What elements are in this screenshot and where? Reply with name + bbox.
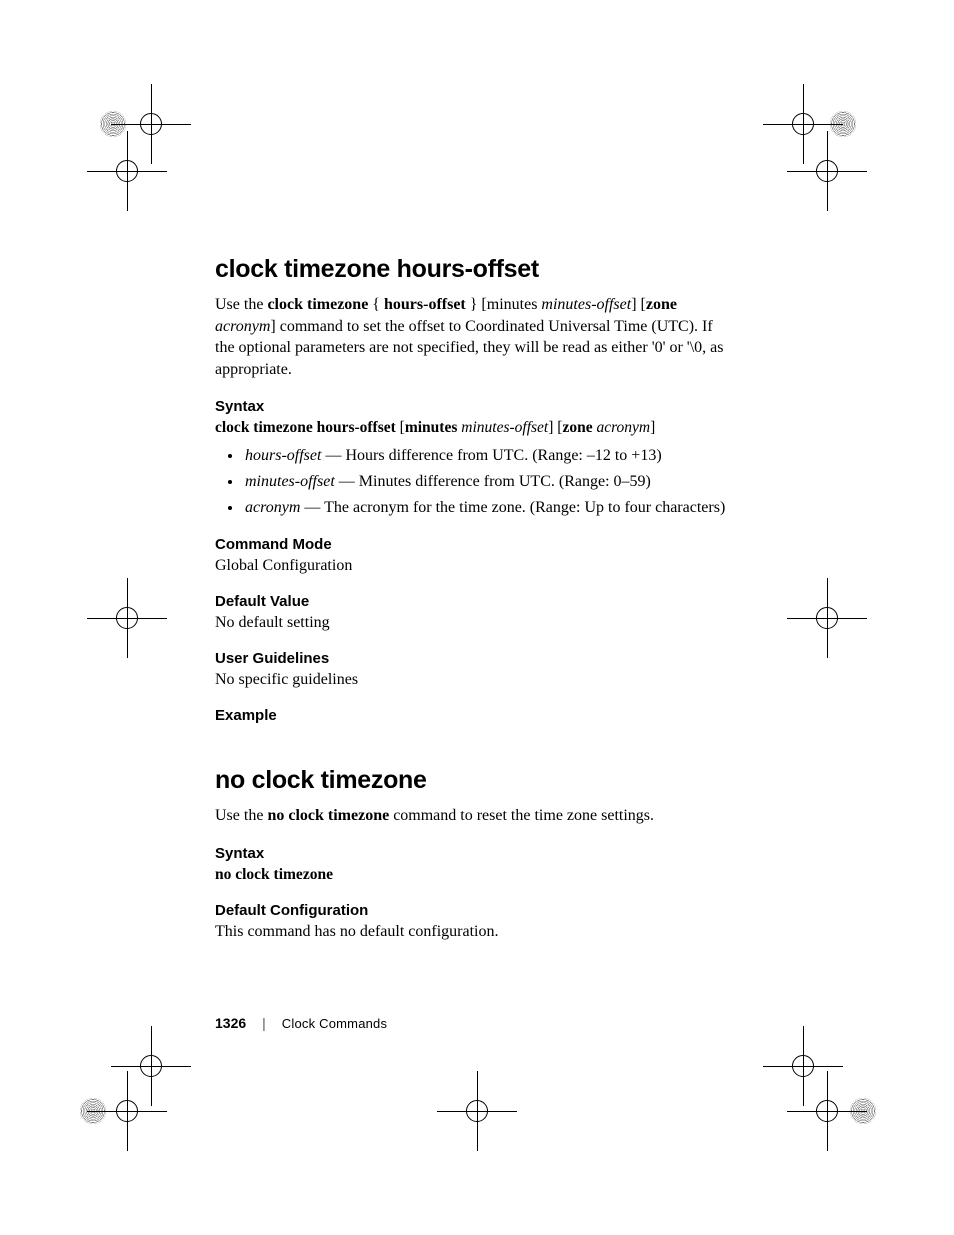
crop-mark-icon: [816, 607, 838, 629]
example-heading: Example: [215, 707, 735, 724]
crop-mark-icon: [140, 1055, 162, 1077]
page-content: clock timezone hours-offset Use the cloc…: [215, 255, 735, 959]
crop-mark-icon: [116, 607, 138, 629]
user-guidelines-heading: User Guidelines: [215, 650, 735, 667]
chapter-name: Clock Commands: [282, 1016, 387, 1031]
param-item: minutes-offset — Minutes difference from…: [243, 471, 735, 493]
crop-mark-icon: [816, 1100, 838, 1122]
default-config-body: This command has no default configuratio…: [215, 923, 735, 941]
command-intro: Use the clock timezone { hours-offset } …: [215, 294, 735, 380]
footer-separator: |: [262, 1015, 266, 1031]
param-item: acronym — The acronym for the time zone.…: [243, 497, 735, 519]
halftone-dot-icon: [850, 1098, 876, 1124]
command-intro: Use the no clock timezone command to res…: [215, 805, 735, 827]
default-config-heading: Default Configuration: [215, 902, 735, 919]
param-item: hours-offset — Hours difference from UTC…: [243, 445, 735, 467]
halftone-dot-icon: [830, 111, 856, 137]
crop-mark-icon: [140, 113, 162, 135]
default-value-heading: Default Value: [215, 593, 735, 610]
page-footer: 1326 | Clock Commands: [215, 1015, 387, 1031]
default-value-body: No default setting: [215, 614, 735, 632]
command-title: clock timezone hours-offset: [215, 255, 735, 284]
syntax-params-list: hours-offset — Hours difference from UTC…: [215, 445, 735, 518]
crop-mark-icon: [116, 160, 138, 182]
crop-mark-icon: [792, 1055, 814, 1077]
crop-mark-icon: [116, 1100, 138, 1122]
syntax-heading: Syntax: [215, 845, 735, 862]
halftone-dot-icon: [80, 1098, 106, 1124]
crop-mark-icon: [816, 160, 838, 182]
page-number: 1326: [215, 1015, 246, 1031]
command-title: no clock timezone: [215, 766, 735, 795]
command-mode-body: Global Configuration: [215, 557, 735, 575]
syntax-heading: Syntax: [215, 398, 735, 415]
halftone-dot-icon: [100, 111, 126, 137]
command-mode-heading: Command Mode: [215, 536, 735, 553]
crop-mark-icon: [466, 1100, 488, 1122]
syntax-line: clock timezone hours-offset [minutes min…: [215, 419, 735, 437]
crop-mark-icon: [792, 113, 814, 135]
user-guidelines-body: No specific guidelines: [215, 671, 735, 689]
syntax-line: no clock timezone: [215, 866, 735, 884]
